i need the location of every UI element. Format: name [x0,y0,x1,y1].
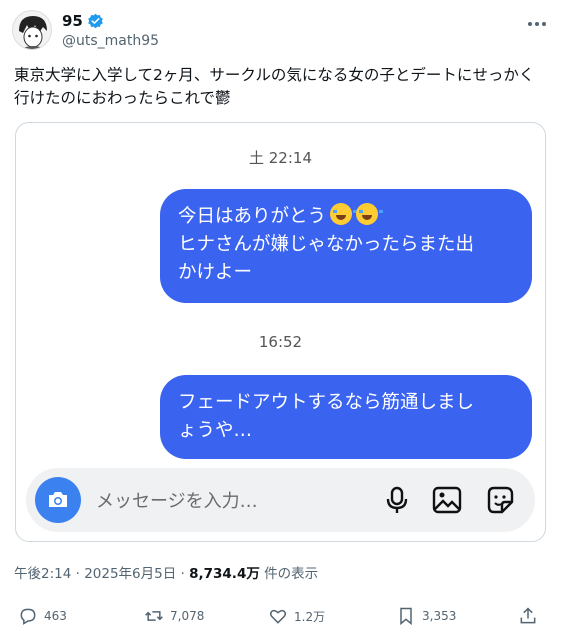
message-input[interactable]: メッセージを入力… [96,487,258,513]
message-bubble-sent: フェードアウトするなら筋通しまし ょうや… [160,375,532,459]
action-bar: 463 7,078 1.2万 3,353 [18,606,546,630]
message-text: 今日はありがとう [178,206,327,227]
tweet-header: 95 @uts_math95 [12,10,549,58]
share-button[interactable] [518,606,538,626]
like-icon [269,609,287,624]
camera-icon[interactable] [35,477,81,523]
tweet-datetime[interactable]: 午後2:14 · 2025年6月5日 · [14,566,189,582]
avatar[interactable] [12,10,52,50]
tweet-meta: 午後2:14 · 2025年6月5日 · 8,734.4万 件の表示 [14,562,318,582]
verified-badge-icon [88,13,103,28]
message-text: ヒナさんが嫌じゃなかったらまた出 [178,234,475,255]
bookmark-count: 3,353 [422,609,457,623]
author-handle[interactable]: @uts_math95 [62,33,159,49]
tweet-text: 東京大学に入学して2ヶ月、サークルの気になる女の子とデートにせっかく行けたのにお… [14,66,535,107]
view-label: 件の表示 [259,566,319,582]
chat-timestamp: 16:52 [258,333,303,351]
repost-button[interactable]: 7,078 [144,606,204,626]
view-count: 8,734.4万 [189,566,260,582]
chat-screenshot[interactable]: 土 22:14 今日はありがとう ヒナさんが嫌じゃなかったらまた出 かけよー 1… [15,122,546,542]
gallery-icon[interactable] [431,484,463,516]
message-bubble-sent: 今日はありがとう ヒナさんが嫌じゃなかったらまた出 かけよー [160,189,532,303]
repost-count: 7,078 [170,609,205,623]
sticker-icon[interactable] [484,484,516,516]
message-text: ょうや… [178,420,253,441]
share-icon [520,607,536,624]
microphone-icon[interactable] [381,484,413,516]
bookmark-icon [400,607,412,626]
message-composer[interactable]: メッセージを入力… [26,468,535,532]
sob-emoji [330,203,358,225]
message-text: かけよー [178,262,253,283]
more-icon[interactable] [525,14,549,34]
reply-button[interactable]: 463 [18,606,67,626]
chat-timestamp: 土 22:14 [249,149,312,167]
reply-icon [20,608,36,625]
sob-emoji [356,203,384,225]
like-count: 1.2万 [294,609,326,624]
repost-icon [145,611,163,621]
author-name[interactable]: 95 [62,12,83,30]
bookmark-button[interactable]: 3,353 [396,606,456,626]
reply-count: 463 [44,609,67,623]
message-text: フェードアウトするなら筋通しまし [178,392,475,413]
like-button[interactable]: 1.2万 [268,606,325,626]
